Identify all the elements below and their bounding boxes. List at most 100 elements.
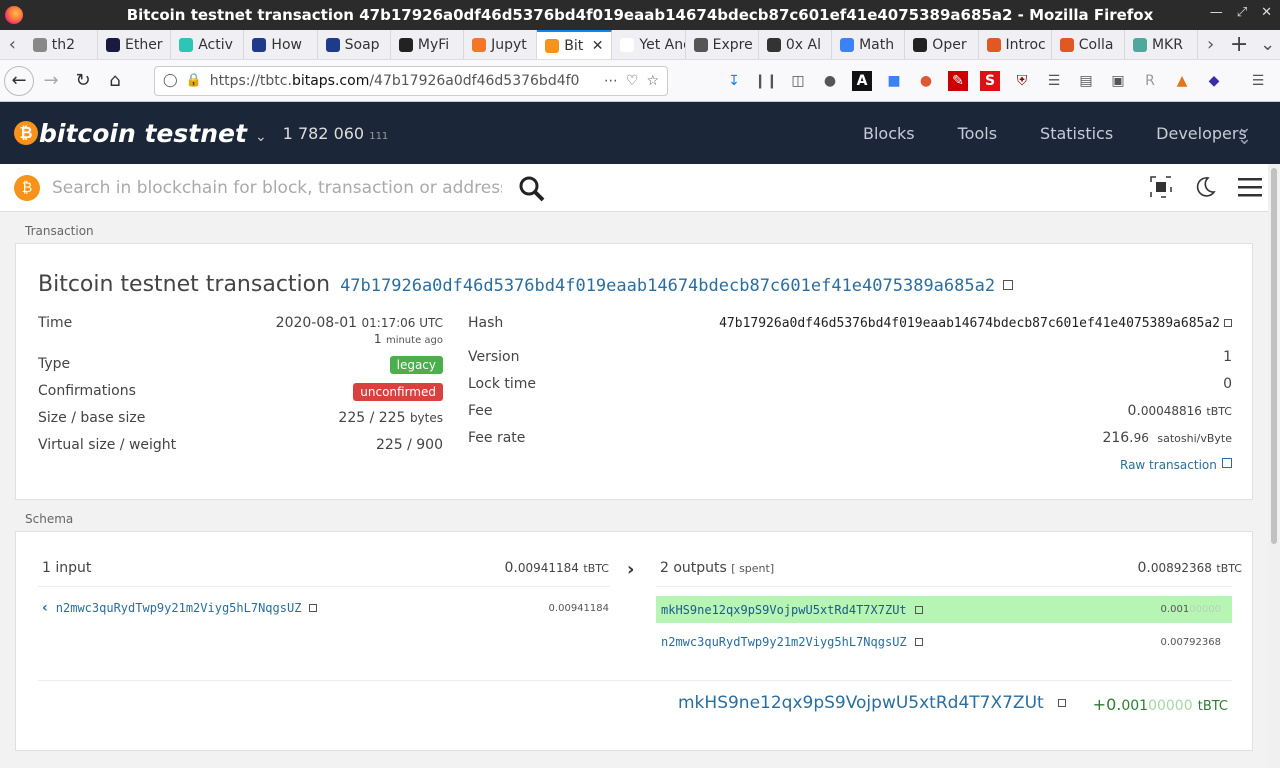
search-icon[interactable] <box>518 175 546 203</box>
output-row[interactable]: n2mwc3quRydTwp9y21m2Viyg5hL7NqgsUZ 0.007… <box>656 631 1232 653</box>
output-amount-zeros: 00000 <box>1189 604 1221 615</box>
tab-list-chevron-down-icon[interactable]: ⌄ <box>1255 30 1280 59</box>
tab-favicon-icon <box>32 37 47 52</box>
tab-label: Activ <box>198 36 233 53</box>
bitcoin-search-icon: ₿ <box>14 174 40 201</box>
output-row[interactable]: mkHS9ne12qx9pS9VojpwU5xtRd4T7X7ZUt 0.001… <box>656 596 1232 623</box>
new-tab-button[interactable]: + <box>1223 30 1255 59</box>
tab-7[interactable]: Bit ✕ <box>537 30 613 59</box>
download-icon[interactable]: ↧ <box>724 71 744 91</box>
nav-tools[interactable]: Tools <box>958 124 997 143</box>
hash-copy-icon[interactable] <box>1224 319 1232 327</box>
home-button[interactable]: ⌂ <box>100 66 130 96</box>
bookmark-star-icon[interactable]: ☆ <box>646 73 659 89</box>
extension-duckduckgo-icon[interactable]: ● <box>916 71 936 91</box>
highlight-amount-mid: 001 <box>1121 698 1149 714</box>
extension-red-icon[interactable]: ✎ <box>948 70 968 91</box>
sidebar-icon[interactable]: ◫ <box>788 71 808 91</box>
chevron-right-icon: › <box>627 559 635 580</box>
url-bar[interactable]: ◯ 🔒 https://tbtc.bitaps.com/47b17926a0df… <box>154 65 668 96</box>
highlight-row: mkHS9ne12qx9pS9VojpwU5xtRd4T7X7ZUt <box>678 693 1066 713</box>
tab-13[interactable]: Introc <box>979 30 1052 59</box>
highlight-copy-icon[interactable] <box>1057 699 1066 707</box>
library-icon[interactable]: ❙❙ <box>754 71 777 91</box>
metamask-icon[interactable]: ▲ <box>1172 71 1192 91</box>
url-text[interactable]: https://tbtc.bitaps.com/47b17926a0df46d5… <box>210 73 596 89</box>
ublock-icon[interactable]: ⛨ <box>1012 71 1032 91</box>
nav-blocks[interactable]: Blocks <box>863 124 915 143</box>
output-copy-icon[interactable] <box>914 605 923 614</box>
tab-15[interactable]: MKR <box>1125 30 1199 59</box>
txid-link[interactable]: 47b17926a0df46d5376bd4f019eaab14674bdecb… <box>340 276 995 296</box>
tab-14[interactable]: Colla <box>1052 30 1125 59</box>
extension-wallet-icon[interactable]: ▣ <box>1108 71 1128 91</box>
tab-8[interactable]: Yet Anot <box>612 30 686 59</box>
back-button[interactable]: ← <box>4 65 34 96</box>
network-chevron-down-icon[interactable]: ⌄ <box>255 129 267 145</box>
tab-scroll-left-icon[interactable]: ‹ <box>0 30 25 59</box>
output-address-link[interactable]: mkHS9ne12qx9pS9VojpwU5xtRd4T7X7ZUt <box>661 603 907 617</box>
pocket-icon[interactable]: ♡ <box>626 73 639 89</box>
extension-r-icon[interactable]: R <box>1140 71 1160 91</box>
nav-statistics[interactable]: Statistics <box>1040 124 1113 143</box>
tab-label: MyFi <box>417 36 450 53</box>
reload-button[interactable]: ↻ <box>68 66 98 96</box>
tab-11[interactable]: Math <box>832 30 906 59</box>
tab-10[interactable]: 0x Al <box>759 30 833 59</box>
tab-5[interactable]: MyFi <box>391 30 465 59</box>
tab-close-icon[interactable]: ✕ <box>592 38 604 54</box>
maximize-icon[interactable]: ⤢ <box>1237 5 1247 20</box>
tab-label: 0x Al <box>785 36 821 53</box>
dark-mode-moon-icon[interactable] <box>1194 176 1216 198</box>
site-logo[interactable]: ₿ bitcoin testnet ⌄ <box>14 119 267 148</box>
lock-icon[interactable]: 🔒 <box>186 73 202 88</box>
extension-diamond-icon[interactable]: ◆ <box>1204 71 1224 91</box>
minimize-icon[interactable]: — <box>1210 5 1223 20</box>
schema-section-label: Schema <box>25 512 74 526</box>
tab-2[interactable]: Activ <box>171 30 245 59</box>
nav-developers[interactable]: Developers <box>1156 124 1247 143</box>
input-row[interactable]: ‹ n2mwc3quRydTwp9y21m2Viyg5hL7NqgsUZ 0.00… <box>42 600 609 616</box>
page-actions-icon[interactable]: ⋯ <box>604 73 618 89</box>
tab-3[interactable]: How <box>244 30 318 59</box>
time-ago-num: 1 <box>373 332 382 346</box>
scrollbar-thumb[interactable] <box>1271 168 1277 544</box>
forward-button[interactable]: → <box>36 66 66 96</box>
input-copy-icon[interactable] <box>309 604 318 612</box>
hamburger-menu-icon[interactable] <box>1238 176 1262 198</box>
extension-a-icon[interactable]: A <box>852 70 872 91</box>
extension-s-icon[interactable]: S <box>980 70 1000 91</box>
tab-scroll-right-icon[interactable]: › <box>1198 30 1223 59</box>
tab-label: Ether <box>124 36 163 53</box>
tab-9[interactable]: Expre <box>686 30 759 59</box>
copy-icon[interactable] <box>1003 280 1014 290</box>
external-icon[interactable] <box>1221 458 1232 468</box>
search-input[interactable] <box>52 177 502 198</box>
input-prev-chevron-icon[interactable]: ‹ <box>42 600 48 616</box>
double-chevron-down-icon[interactable]: ⌄ ⌄ <box>1237 119 1252 148</box>
tab-6[interactable]: Jupyt <box>464 30 538 59</box>
page-scrollbar[interactable] <box>1268 164 1280 768</box>
account-icon[interactable]: ● <box>820 71 840 91</box>
extension-bars-icon[interactable]: ☰ <box>1044 71 1064 91</box>
output-address-link[interactable]: n2mwc3quRydTwp9y21m2Viyg5hL7NqgsUZ <box>661 635 907 649</box>
extension-color-icon[interactable]: ■ <box>884 71 904 91</box>
tab-4[interactable]: Soap <box>318 30 391 59</box>
input-address-link[interactable]: n2mwc3quRydTwp9y21m2Viyg5hL7NqgsUZ <box>56 601 302 615</box>
version-label: Version <box>468 349 520 365</box>
tab-favicon-icon <box>105 37 120 52</box>
raw-transaction-link[interactable]: Raw transaction <box>1120 458 1232 472</box>
block-height[interactable]: 1 782 060 111 <box>283 124 389 143</box>
shield-icon[interactable]: ◯ <box>163 73 178 88</box>
qr-scan-icon[interactable] <box>1150 176 1172 198</box>
close-icon[interactable]: ✕ <box>1261 5 1272 20</box>
reader-icon[interactable]: ▤ <box>1076 71 1096 91</box>
tab-0[interactable]: th2 <box>25 30 98 59</box>
tab-1[interactable]: Ether <box>98 30 172 59</box>
tab-12[interactable]: Oper <box>905 30 979 59</box>
output-copy-icon[interactable] <box>914 638 923 646</box>
window-titlebar: Bitcoin testnet transaction 47b17926a0df… <box>0 0 1280 30</box>
raw-transaction-label[interactable]: Raw transaction <box>1120 458 1217 472</box>
app-menu-icon[interactable]: ☰ <box>1248 71 1268 91</box>
highlight-address-link[interactable]: mkHS9ne12qx9pS9VojpwU5xtRd4T7X7ZUt <box>678 693 1044 713</box>
